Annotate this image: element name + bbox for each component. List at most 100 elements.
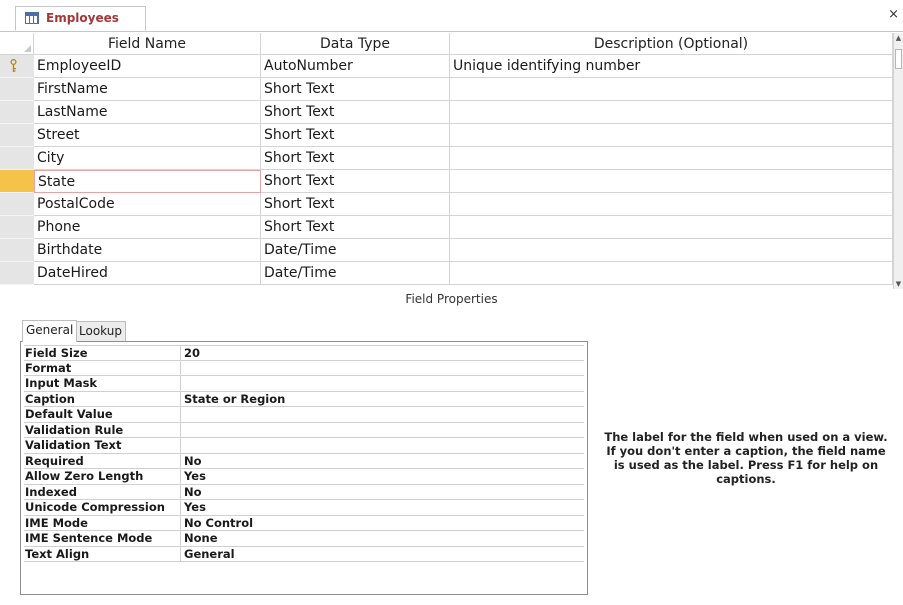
- employees-tab[interactable]: Employees: [15, 6, 146, 31]
- data-type-cell[interactable]: Short Text: [261, 170, 450, 193]
- data-type-cell[interactable]: Short Text: [261, 193, 450, 216]
- header-field-name[interactable]: Field Name: [34, 33, 261, 55]
- description-cell[interactable]: [450, 101, 893, 124]
- property-value[interactable]: State or Region: [184, 392, 285, 407]
- property-row[interactable]: Input Mask: [24, 376, 584, 392]
- table-row[interactable]: Street Short Text: [0, 124, 893, 147]
- property-value[interactable]: None: [184, 531, 218, 546]
- row-selector[interactable]: [0, 124, 34, 147]
- row-selector[interactable]: [0, 239, 34, 262]
- table-row[interactable]: State Short Text: [0, 170, 893, 193]
- field-name-cell[interactable]: DateHired: [34, 262, 261, 285]
- property-value[interactable]: No: [184, 485, 202, 500]
- property-row[interactable]: Required No: [24, 453, 584, 469]
- property-row[interactable]: Format: [24, 360, 584, 376]
- field-name-cell[interactable]: FirstName: [34, 78, 261, 101]
- field-name-cell[interactable]: Street: [34, 124, 261, 147]
- description-cell[interactable]: Unique identifying number: [450, 55, 893, 78]
- field-name-cell[interactable]: LastName: [34, 101, 261, 124]
- field-name-cell[interactable]: Birthdate: [34, 239, 261, 262]
- property-label: Default Value: [24, 407, 181, 422]
- row-selector[interactable]: [0, 101, 34, 124]
- data-type-cell[interactable]: Short Text: [261, 124, 450, 147]
- tab-lookup[interactable]: Lookup: [75, 321, 126, 341]
- scroll-up-icon[interactable]: ▲: [894, 34, 903, 42]
- table-row[interactable]: LastName Short Text: [0, 101, 893, 124]
- header-description[interactable]: Description (Optional): [450, 33, 893, 55]
- data-type-cell[interactable]: Short Text: [261, 216, 450, 239]
- property-label: Unicode Compression: [24, 500, 181, 515]
- property-label: Format: [24, 360, 181, 375]
- row-selector[interactable]: [0, 55, 34, 78]
- document-tab-bar: Employees ×: [0, 0, 903, 32]
- property-row[interactable]: IME Mode No Control: [24, 515, 584, 531]
- field-name-cell[interactable]: City: [34, 147, 261, 170]
- property-row[interactable]: Default Value: [24, 407, 584, 423]
- description-cell[interactable]: [450, 193, 893, 216]
- table-row[interactable]: Phone Short Text: [0, 216, 893, 239]
- property-value[interactable]: No: [184, 454, 202, 469]
- description-cell[interactable]: [450, 78, 893, 101]
- primary-key-icon: [10, 59, 17, 72]
- table-row[interactable]: FirstName Short Text: [0, 78, 893, 101]
- data-type-cell[interactable]: Short Text: [261, 147, 450, 170]
- table-row[interactable]: EmployeeID AutoNumber Unique identifying n…: [0, 55, 893, 78]
- property-sheet: Field Size 20 Format Input Mask Caption State…: [20, 341, 588, 595]
- data-type-cell[interactable]: Date/Time: [261, 239, 450, 262]
- property-value[interactable]: 20: [184, 346, 200, 360]
- description-cell[interactable]: [450, 124, 893, 147]
- row-selector[interactable]: [0, 170, 34, 193]
- property-help-text: The label for the field when used on a v…: [604, 430, 888, 486]
- field-properties-title: Field Properties: [405, 292, 498, 306]
- data-type-cell[interactable]: Date/Time: [261, 262, 450, 285]
- close-icon[interactable]: ×: [888, 7, 899, 22]
- property-value[interactable]: General: [184, 547, 235, 562]
- property-row[interactable]: Validation Rule: [24, 422, 584, 438]
- property-value[interactable]: No Control: [184, 516, 253, 531]
- property-row[interactable]: Allow Zero Length Yes: [24, 469, 584, 485]
- property-row[interactable]: Unicode Compression Yes: [24, 500, 584, 516]
- row-selector[interactable]: [0, 193, 34, 216]
- description-cell[interactable]: [450, 239, 893, 262]
- description-cell[interactable]: [450, 216, 893, 239]
- row-selector[interactable]: [0, 262, 34, 285]
- vertical-scrollbar[interactable]: ▲ ▼: [893, 33, 903, 289]
- scroll-thumb[interactable]: [895, 49, 902, 69]
- property-row[interactable]: Field Size 20: [24, 345, 584, 361]
- select-all-corner[interactable]: [0, 33, 34, 55]
- description-cell[interactable]: [450, 262, 893, 285]
- data-type-cell[interactable]: Short Text: [261, 101, 450, 124]
- field-name-cell[interactable]: EmployeeID: [34, 55, 261, 78]
- field-name-cell[interactable]: State: [34, 170, 261, 193]
- table-row[interactable]: PostalCode Short Text: [0, 193, 893, 216]
- property-row[interactable]: Indexed No: [24, 484, 584, 500]
- property-value[interactable]: Yes: [184, 500, 206, 515]
- property-label: Indexed: [24, 484, 181, 499]
- property-label: Input Mask: [24, 376, 181, 391]
- property-label: Text Align: [24, 546, 181, 561]
- row-selector[interactable]: [0, 147, 34, 170]
- tab-general[interactable]: General: [22, 320, 78, 342]
- data-type-cell[interactable]: Short Text: [261, 78, 450, 101]
- row-selector[interactable]: [0, 78, 34, 101]
- field-grid: Field Name Data Type Description (Option…: [0, 33, 893, 289]
- description-cell[interactable]: [450, 170, 893, 193]
- property-label: IME Mode: [24, 515, 181, 530]
- data-type-cell[interactable]: AutoNumber: [261, 55, 450, 78]
- scroll-down-icon[interactable]: ▼: [894, 280, 903, 288]
- property-row[interactable]: IME Sentence Mode None: [24, 531, 584, 547]
- field-name-cell[interactable]: PostalCode: [34, 193, 261, 216]
- property-label: Required: [24, 453, 181, 468]
- row-selector[interactable]: [0, 216, 34, 239]
- header-data-type[interactable]: Data Type: [261, 33, 450, 55]
- field-name-cell[interactable]: Phone: [34, 216, 261, 239]
- property-row[interactable]: Text Align General: [24, 546, 584, 562]
- property-label: IME Sentence Mode: [24, 531, 181, 546]
- description-cell[interactable]: [450, 147, 893, 170]
- property-row[interactable]: Validation Text: [24, 438, 584, 454]
- table-row[interactable]: City Short Text: [0, 147, 893, 170]
- table-row[interactable]: DateHired Date/Time: [0, 262, 893, 285]
- table-row[interactable]: Birthdate Date/Time: [0, 239, 893, 262]
- property-row[interactable]: Caption State or Region: [24, 391, 584, 407]
- property-value[interactable]: Yes: [184, 469, 206, 484]
